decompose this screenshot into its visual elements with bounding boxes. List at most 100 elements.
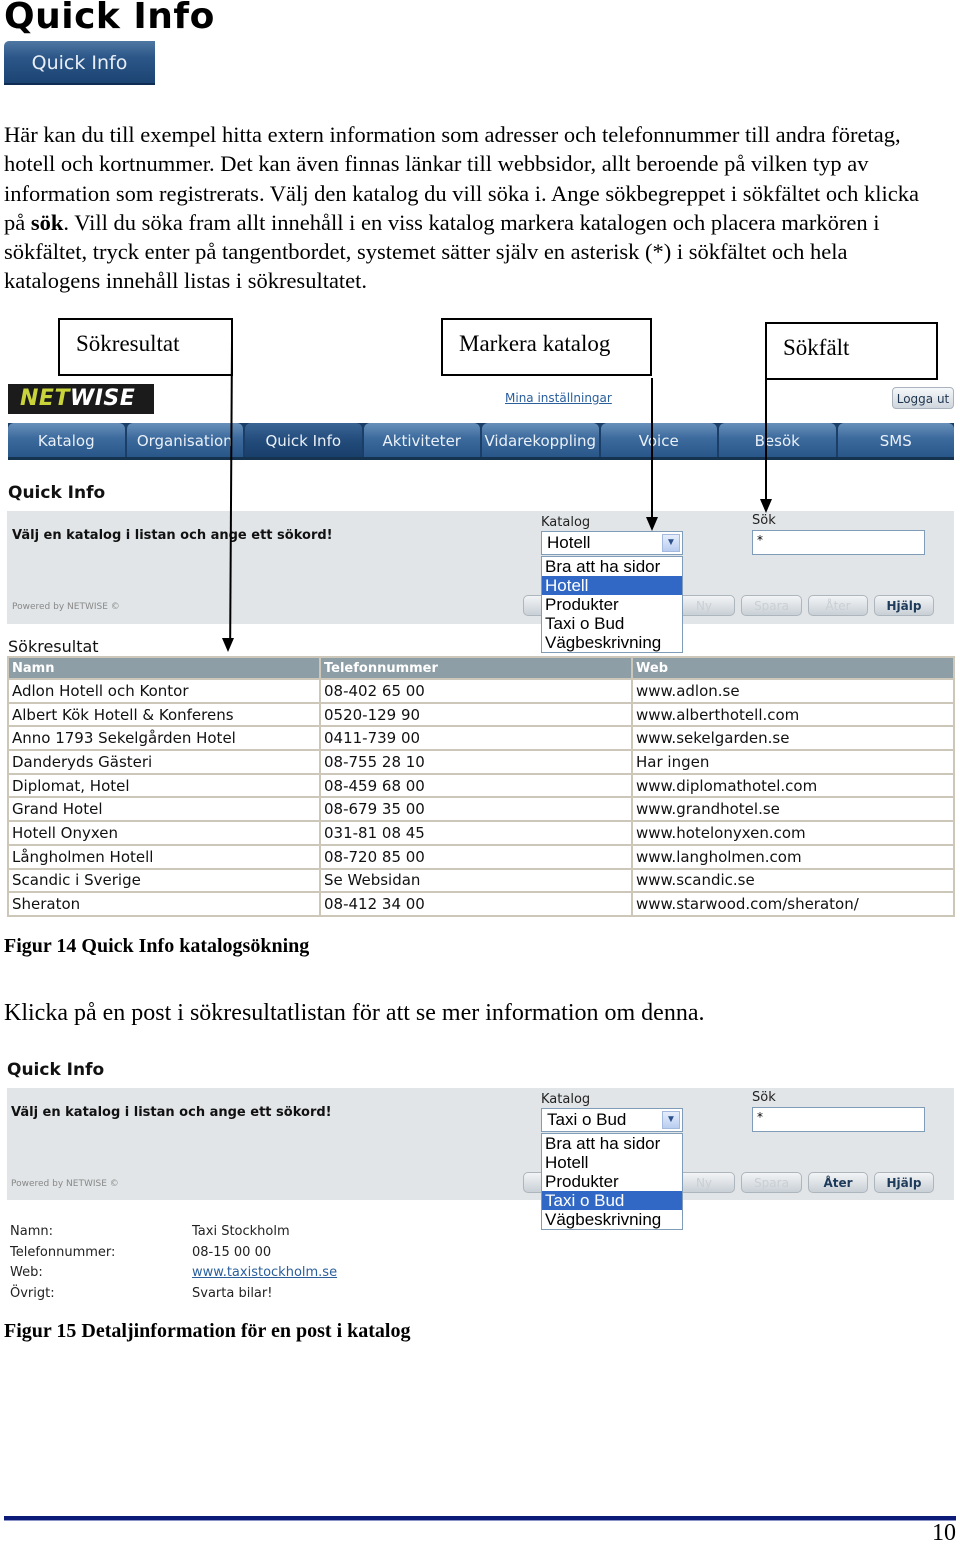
- figure-14-caption: Figur 14 Quick Info katalogsökning: [4, 935, 310, 957]
- fig15-help-button[interactable]: Hjälp: [874, 1172, 934, 1193]
- dropdown-option[interactable]: Taxi o Bud: [542, 614, 682, 633]
- callout-search-line: [765, 380, 767, 500]
- nav-tab-sms[interactable]: SMS: [837, 423, 954, 457]
- cell-namn[interactable]: Adlon Hotell och Kontor: [9, 680, 319, 702]
- logo-part-wise: WISE: [69, 386, 136, 411]
- cell-telefonnummer[interactable]: 0520-129 90: [321, 703, 631, 726]
- fig15-section-title: Quick Info: [7, 1060, 105, 1080]
- nav-tab-organisation[interactable]: Organisation: [126, 423, 243, 457]
- table-row[interactable]: Anno 1793 Sekelgården Hotel 0411-739 00 ww…: [9, 727, 953, 750]
- nav-tab-aktiviteter[interactable]: Aktiviteter: [363, 423, 480, 457]
- detail-label: Telefonnummer:: [10, 1244, 116, 1260]
- cell-namn[interactable]: Albert Kök Hotell & Konferens: [9, 703, 319, 726]
- detail-label: Övrigt:: [10, 1285, 55, 1301]
- cell-telefonnummer[interactable]: 0411-739 00: [321, 727, 631, 750]
- table-row[interactable]: Långholmen Hotell 08-720 85 00 www.langhol…: [9, 845, 953, 868]
- nav-tab-quick-info[interactable]: Quick Info: [245, 423, 362, 457]
- fig14-help-button[interactable]: Hjälp: [874, 595, 934, 616]
- table-row[interactable]: Adlon Hotell och Kontor 08-402 65 00 www.a…: [9, 680, 953, 702]
- netwise-logo: NETWISE: [8, 384, 154, 414]
- cell-namn[interactable]: Grand Hotel: [9, 798, 319, 821]
- fig15-catalog-value: Taxi o Bud: [547, 1110, 627, 1129]
- logout-button[interactable]: Logga ut: [892, 387, 954, 409]
- fig15-back-button[interactable]: Åter: [808, 1172, 868, 1193]
- nav-tab-besok[interactable]: Besök: [719, 423, 836, 457]
- fig15-catalog-dropdown: Bra att ha sidor Hotell Produkter Taxi o…: [541, 1133, 683, 1230]
- cell-web[interactable]: www.grandhotel.se: [633, 798, 953, 821]
- fig15-search-input[interactable]: *: [752, 1107, 925, 1132]
- table-row[interactable]: Sheraton 08-412 34 00 www.starwood.com/she…: [9, 893, 953, 915]
- fig15-catalog-label: Katalog: [541, 1092, 591, 1107]
- cell-web[interactable]: www.diplomathotel.com: [633, 774, 953, 797]
- dropdown-option[interactable]: Bra att ha sidor: [542, 1134, 682, 1153]
- dropdown-option[interactable]: Bra att ha sidor: [542, 557, 682, 576]
- table-row[interactable]: Scandic i Sverige Se Websidan www.scandic.…: [9, 869, 953, 892]
- dropdown-option-selected[interactable]: Taxi o Bud: [542, 1191, 682, 1210]
- dropdown-option[interactable]: Produkter: [542, 595, 682, 614]
- table-header-row: Namn Telefonnummer Web: [9, 658, 953, 678]
- detail-info: Namn: Taxi Stockholm Telefonnummer: 08-15 …: [10, 1222, 410, 1304]
- fig14-catalog-select[interactable]: Hotell ▼: [541, 531, 683, 555]
- fig15-save-button[interactable]: Spara: [741, 1172, 802, 1193]
- fig15-catalog-select[interactable]: Taxi o Bud ▼: [541, 1108, 683, 1132]
- cell-telefonnummer[interactable]: 08-402 65 00: [321, 680, 631, 702]
- column-header-namn[interactable]: Namn: [9, 658, 319, 678]
- cell-telefonnummer[interactable]: Se Websidan: [321, 869, 631, 892]
- cell-web[interactable]: www.starwood.com/sheraton/: [633, 893, 953, 915]
- cell-telefonnummer[interactable]: 08-720 85 00: [321, 845, 631, 868]
- cell-namn[interactable]: Danderyds Gästeri: [9, 751, 319, 773]
- cell-web[interactable]: www.adlon.se: [633, 680, 953, 702]
- cell-web[interactable]: www.hotelonyxen.com: [633, 822, 953, 844]
- fig14-catalog-value: Hotell: [547, 533, 591, 552]
- cell-namn[interactable]: Diplomat, Hotel: [9, 774, 319, 797]
- arrow-down-icon: [222, 638, 234, 652]
- table-row[interactable]: Hotell Onyxen 031-81 08 45 www.hotelonyxen…: [9, 822, 953, 844]
- main-nav: Katalog Organisation Quick Info Aktivite…: [8, 423, 954, 460]
- fig14-search-input[interactable]: *: [752, 530, 925, 555]
- cell-web[interactable]: www.scandic.se: [633, 869, 953, 892]
- cell-namn[interactable]: Hotell Onyxen: [9, 822, 319, 844]
- chevron-down-icon[interactable]: ▼: [662, 1111, 680, 1129]
- dropdown-option[interactable]: Hotell: [542, 1153, 682, 1172]
- table-row[interactable]: Diplomat, Hotel 08-459 68 00 www.diplomath…: [9, 774, 953, 797]
- nav-tab-katalog[interactable]: Katalog: [8, 423, 125, 457]
- cell-namn[interactable]: Långholmen Hotell: [9, 845, 319, 868]
- table-row[interactable]: Grand Hotel 08-679 35 00 www.grandhotel.se: [9, 798, 953, 821]
- fig14-save-button[interactable]: Spara: [741, 595, 802, 616]
- dropdown-option-selected[interactable]: Hotell: [542, 576, 682, 595]
- fig15-panel-message: Välj en katalog i listan och ange ett sö…: [11, 1105, 332, 1120]
- detail-web-link[interactable]: www.taxistockholm.se: [192, 1263, 337, 1284]
- cell-web[interactable]: www.langholmen.com: [633, 845, 953, 868]
- arrow-down-icon: [760, 499, 772, 513]
- figure-15-caption: Figur 15 Detaljinformation för en post i…: [4, 1320, 411, 1342]
- settings-link[interactable]: Mina inställningar: [505, 391, 612, 405]
- cell-telefonnummer[interactable]: 08-755 28 10: [321, 751, 631, 773]
- fig14-back-button[interactable]: Åter: [808, 595, 868, 616]
- cell-namn[interactable]: Sheraton: [9, 893, 319, 915]
- cell-namn[interactable]: Scandic i Sverige: [9, 869, 319, 892]
- chevron-down-icon[interactable]: ▼: [662, 534, 680, 552]
- callout-sokresultat: Sökresultat: [58, 318, 233, 376]
- cell-telefonnummer[interactable]: 08-679 35 00: [321, 798, 631, 821]
- dropdown-option[interactable]: Vägbeskrivning: [542, 633, 682, 652]
- table-row[interactable]: Danderyds Gästeri 08-755 28 10 Har ingen: [9, 751, 953, 773]
- dropdown-option[interactable]: Vägbeskrivning: [542, 1210, 682, 1229]
- cell-telefonnummer[interactable]: 08-459 68 00: [321, 774, 631, 797]
- quick-info-button-image: Quick Info: [4, 41, 155, 85]
- cell-web[interactable]: Har ingen: [633, 751, 953, 773]
- intro-paragraph: Här kan du till exempel hitta extern inf…: [4, 120, 944, 296]
- cell-namn[interactable]: Anno 1793 Sekelgården Hotel: [9, 727, 319, 750]
- table-row[interactable]: Albert Kök Hotell & Konferens 0520-129 90…: [9, 703, 953, 726]
- nav-tab-vidarekoppling[interactable]: Vidarekoppling: [482, 423, 599, 457]
- nav-tab-voice[interactable]: Voice: [600, 423, 717, 457]
- intro-bold-sok: sök: [30, 209, 64, 235]
- detail-label: Namn:: [10, 1224, 53, 1239]
- cell-telefonnummer[interactable]: 031-81 08 45: [321, 822, 631, 844]
- cell-telefonnummer[interactable]: 08-412 34 00: [321, 893, 631, 915]
- cell-web[interactable]: www.alberthotell.com: [633, 703, 953, 726]
- column-header-telefonnummer[interactable]: Telefonnummer: [321, 658, 631, 678]
- column-header-web[interactable]: Web: [633, 658, 953, 678]
- callout-markera-katalog: Markera katalog: [441, 318, 652, 376]
- dropdown-option[interactable]: Produkter: [542, 1172, 682, 1191]
- cell-web[interactable]: www.sekelgarden.se: [633, 727, 953, 750]
